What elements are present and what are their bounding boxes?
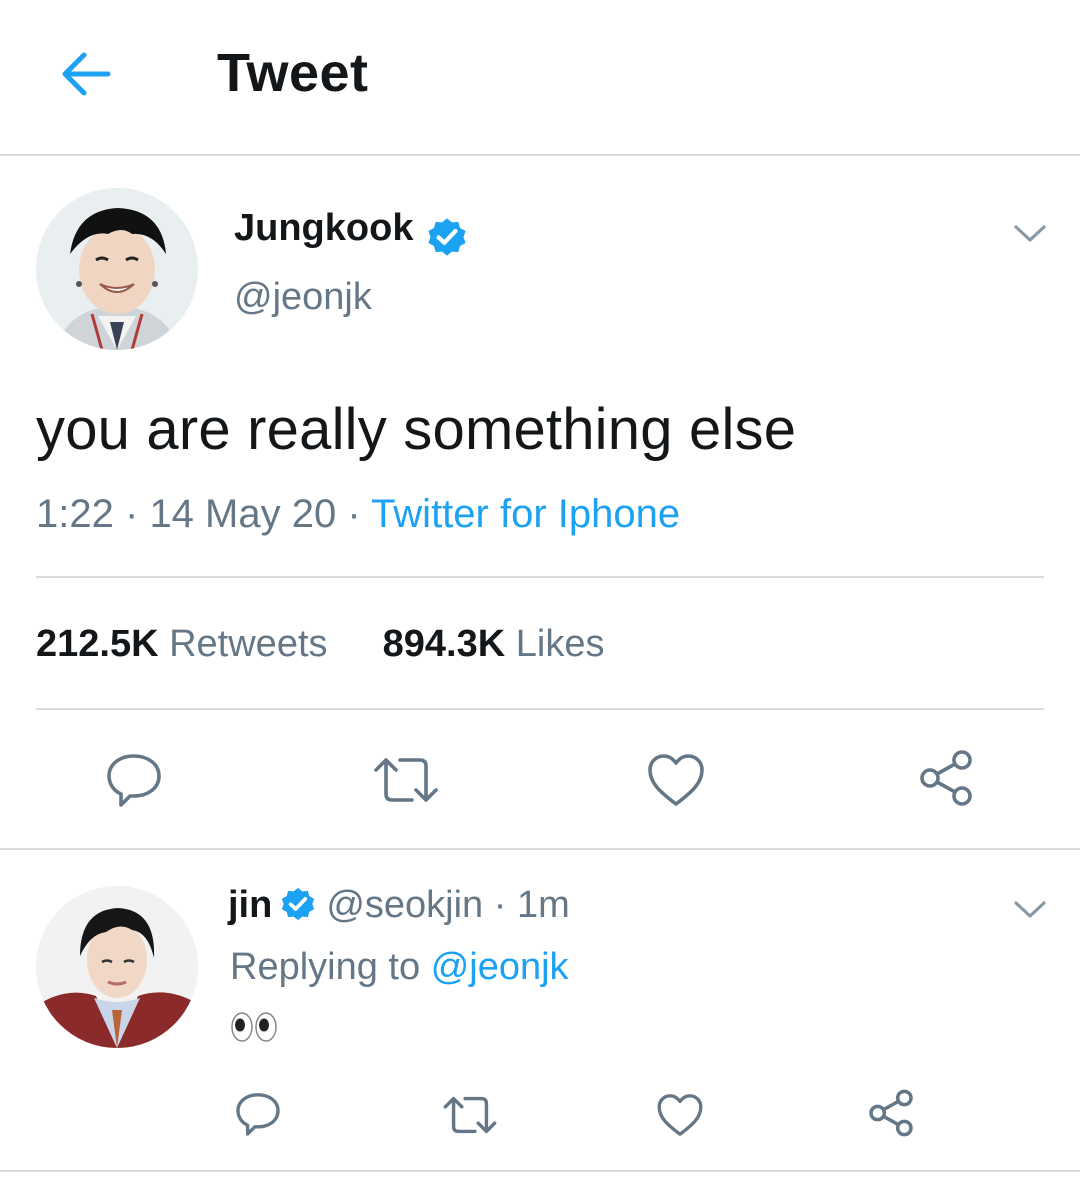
chevron-down-icon[interactable] [1012, 222, 1048, 246]
tweet-source-link[interactable]: Twitter for Iphone [371, 492, 680, 536]
reply-avatar[interactable] [36, 886, 198, 1048]
replying-handle-link[interactable]: @jeonjk [431, 946, 569, 988]
reply-author-name[interactable]: jin [228, 884, 272, 926]
section-divider [0, 848, 1080, 850]
retweet-icon[interactable] [372, 752, 440, 808]
reply-icon[interactable] [104, 750, 164, 810]
reply-author-handle[interactable]: @seokjin [326, 884, 483, 926]
meta-separator: · [124, 492, 139, 536]
divider [36, 576, 1044, 578]
divider [36, 708, 1044, 710]
verified-badge-icon [282, 887, 315, 921]
like-icon[interactable] [646, 752, 706, 808]
like-icon[interactable] [656, 1092, 704, 1138]
author-name[interactable]: Jungkook [234, 207, 413, 250]
avatar[interactable] [36, 188, 198, 350]
author-handle[interactable]: @jeonjk [234, 276, 372, 319]
tweet-date: 14 May 20 [149, 492, 337, 536]
eyes-emoji-icon [230, 1010, 278, 1044]
replying-to: Replying to @jeonjk [230, 946, 569, 989]
likes-count: 894.3K [382, 623, 506, 665]
reply-time: 1m [516, 884, 570, 926]
meta-separator: · [347, 492, 361, 536]
back-arrow-icon[interactable] [58, 46, 114, 102]
retweets-count: 212.5K [36, 623, 159, 665]
tweet-meta: 1:22 · 14 May 20 · Twitter for Iphone [36, 492, 680, 537]
header-divider [0, 154, 1080, 156]
replying-prefix: Replying to [230, 946, 421, 988]
reply-header: jin @seokjin · 1m [228, 884, 570, 927]
retweet-icon[interactable] [442, 1092, 498, 1138]
bottom-divider [0, 1170, 1080, 1172]
chevron-down-icon[interactable] [1012, 898, 1048, 922]
retweets-stat[interactable]: 212.5K Retweets [36, 623, 328, 665]
engagement-counts: 212.5K Retweets 894.3K Likes [36, 623, 604, 666]
page-title: Tweet [217, 43, 369, 103]
tweet-time: 1:22 [36, 492, 114, 536]
likes-label: Likes [515, 623, 605, 665]
retweets-label: Retweets [169, 623, 328, 665]
likes-stat[interactable]: 894.3K Likes [383, 623, 605, 665]
share-icon[interactable] [866, 1088, 916, 1138]
reply-icon[interactable] [234, 1090, 282, 1138]
tweet-text: you are really something else [36, 397, 797, 462]
meta-separator: · [493, 884, 507, 926]
verified-badge-icon [424, 214, 470, 260]
share-icon[interactable] [916, 748, 976, 808]
